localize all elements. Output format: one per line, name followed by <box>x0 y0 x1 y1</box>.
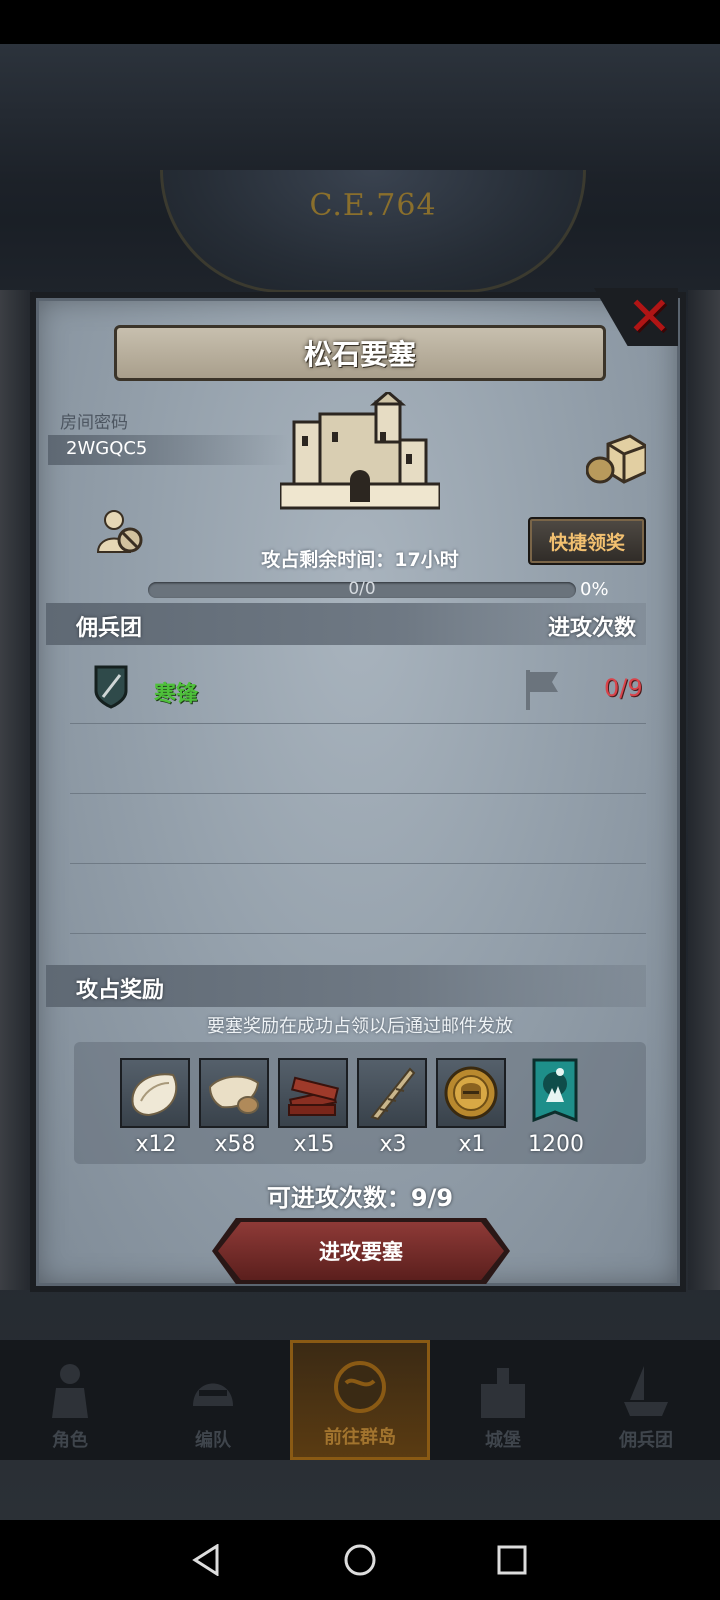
recents-icon <box>497 1545 527 1575</box>
reward-quantity: 1200 <box>528 1132 584 1157</box>
row-divider <box>70 723 646 724</box>
reward-quantity: x3 <box>379 1132 407 1157</box>
nav-item-character[interactable]: 角色 <box>0 1340 140 1460</box>
room-password-label: 房间密码 <box>60 413 128 433</box>
nav-label: 城堡 <box>485 1430 521 1451</box>
capture-timer: 攻占剩余时间：17小时 <box>261 549 459 571</box>
mercenary-shield-icon <box>94 665 128 709</box>
nav-item-formation[interactable]: 编队 <box>143 1340 283 1460</box>
progress-percent: 0% <box>580 579 609 600</box>
row-divider <box>70 793 646 794</box>
nav-item-islands[interactable]: 前往群岛 <box>290 1340 430 1460</box>
left-side-strip <box>0 290 32 1290</box>
reward-tile <box>520 1058 590 1128</box>
reward-item[interactable]: x1 <box>436 1058 508 1157</box>
era-dial: C.E.764 <box>160 170 586 293</box>
horn-icon <box>370 1067 416 1121</box>
banner-icon <box>532 1058 578 1123</box>
globe-icon <box>334 1361 386 1413</box>
right-side-strip <box>688 290 720 1290</box>
nav-label: 前往群岛 <box>324 1427 396 1448</box>
top-band <box>0 44 720 184</box>
attack-fortress-button[interactable]: 进攻要塞 <box>218 1222 504 1280</box>
reward-item[interactable]: x15 <box>278 1058 350 1157</box>
nav-label: 编队 <box>195 1430 231 1451</box>
reward-tile <box>436 1058 506 1128</box>
castle-icon <box>481 1368 525 1418</box>
progress-count: 0/0 <box>348 579 376 599</box>
reward-item[interactable]: 1200 <box>520 1058 592 1157</box>
row-divider <box>70 933 646 934</box>
nav-item-mercenary[interactable]: 佣兵团 <box>576 1340 716 1460</box>
ship-icon <box>624 1366 668 1416</box>
mercenary-name[interactable]: 寒锋 <box>154 676 198 708</box>
reward-item[interactable]: x58 <box>199 1058 271 1157</box>
home-button[interactable] <box>340 1540 380 1580</box>
reward-tile <box>278 1058 348 1128</box>
reward-tile <box>120 1058 190 1128</box>
supply-crate-icon[interactable] <box>586 432 646 484</box>
nav-label: 佣兵团 <box>619 1430 673 1451</box>
knight-icon <box>52 1364 88 1418</box>
reward-tile <box>357 1058 427 1128</box>
castle-icon <box>280 392 440 510</box>
reward-quantity: x12 <box>135 1132 177 1157</box>
helmet-icon <box>193 1383 233 1406</box>
nav-item-castle[interactable]: 城堡 <box>433 1340 573 1460</box>
wood-planks-icon <box>288 1076 340 1116</box>
rewards-header: 攻占奖励 <box>76 978 165 1003</box>
available-attacks: 可进攻次数：9/9 <box>266 1184 454 1212</box>
dialog-title: 松石要塞 <box>114 325 606 381</box>
fur-pelt-icon <box>131 1073 178 1117</box>
reward-quantity: x15 <box>293 1132 335 1157</box>
row-divider <box>70 863 646 864</box>
attack-count-header: 进攻次数 <box>548 616 637 641</box>
flag-icon <box>526 670 558 710</box>
reward-item[interactable]: x12 <box>120 1058 192 1157</box>
knight-medal-icon <box>444 1066 498 1120</box>
recents-button[interactable] <box>492 1540 532 1580</box>
nav-label: 角色 <box>52 1430 88 1451</box>
back-button[interactable] <box>186 1540 226 1580</box>
era-label: C.E.764 <box>309 188 437 223</box>
close-icon: ✕ <box>626 285 672 348</box>
hide-icon <box>208 1075 260 1114</box>
room-code[interactable]: 2WGQC5 <box>66 438 147 459</box>
mercenary-attack-count: 0/9 <box>604 674 643 702</box>
reward-item[interactable]: x3 <box>357 1058 429 1157</box>
home-icon <box>344 1544 376 1576</box>
status-bar <box>0 0 720 44</box>
reward-note: 要塞奖励在成功占领以后通过邮件发放 <box>207 1016 513 1037</box>
reward-quantity: x1 <box>458 1132 486 1157</box>
reward-quantity: x58 <box>214 1132 256 1157</box>
reward-tile <box>199 1058 269 1128</box>
mercenary-header: 佣兵团 <box>76 616 143 641</box>
back-icon <box>192 1544 219 1576</box>
